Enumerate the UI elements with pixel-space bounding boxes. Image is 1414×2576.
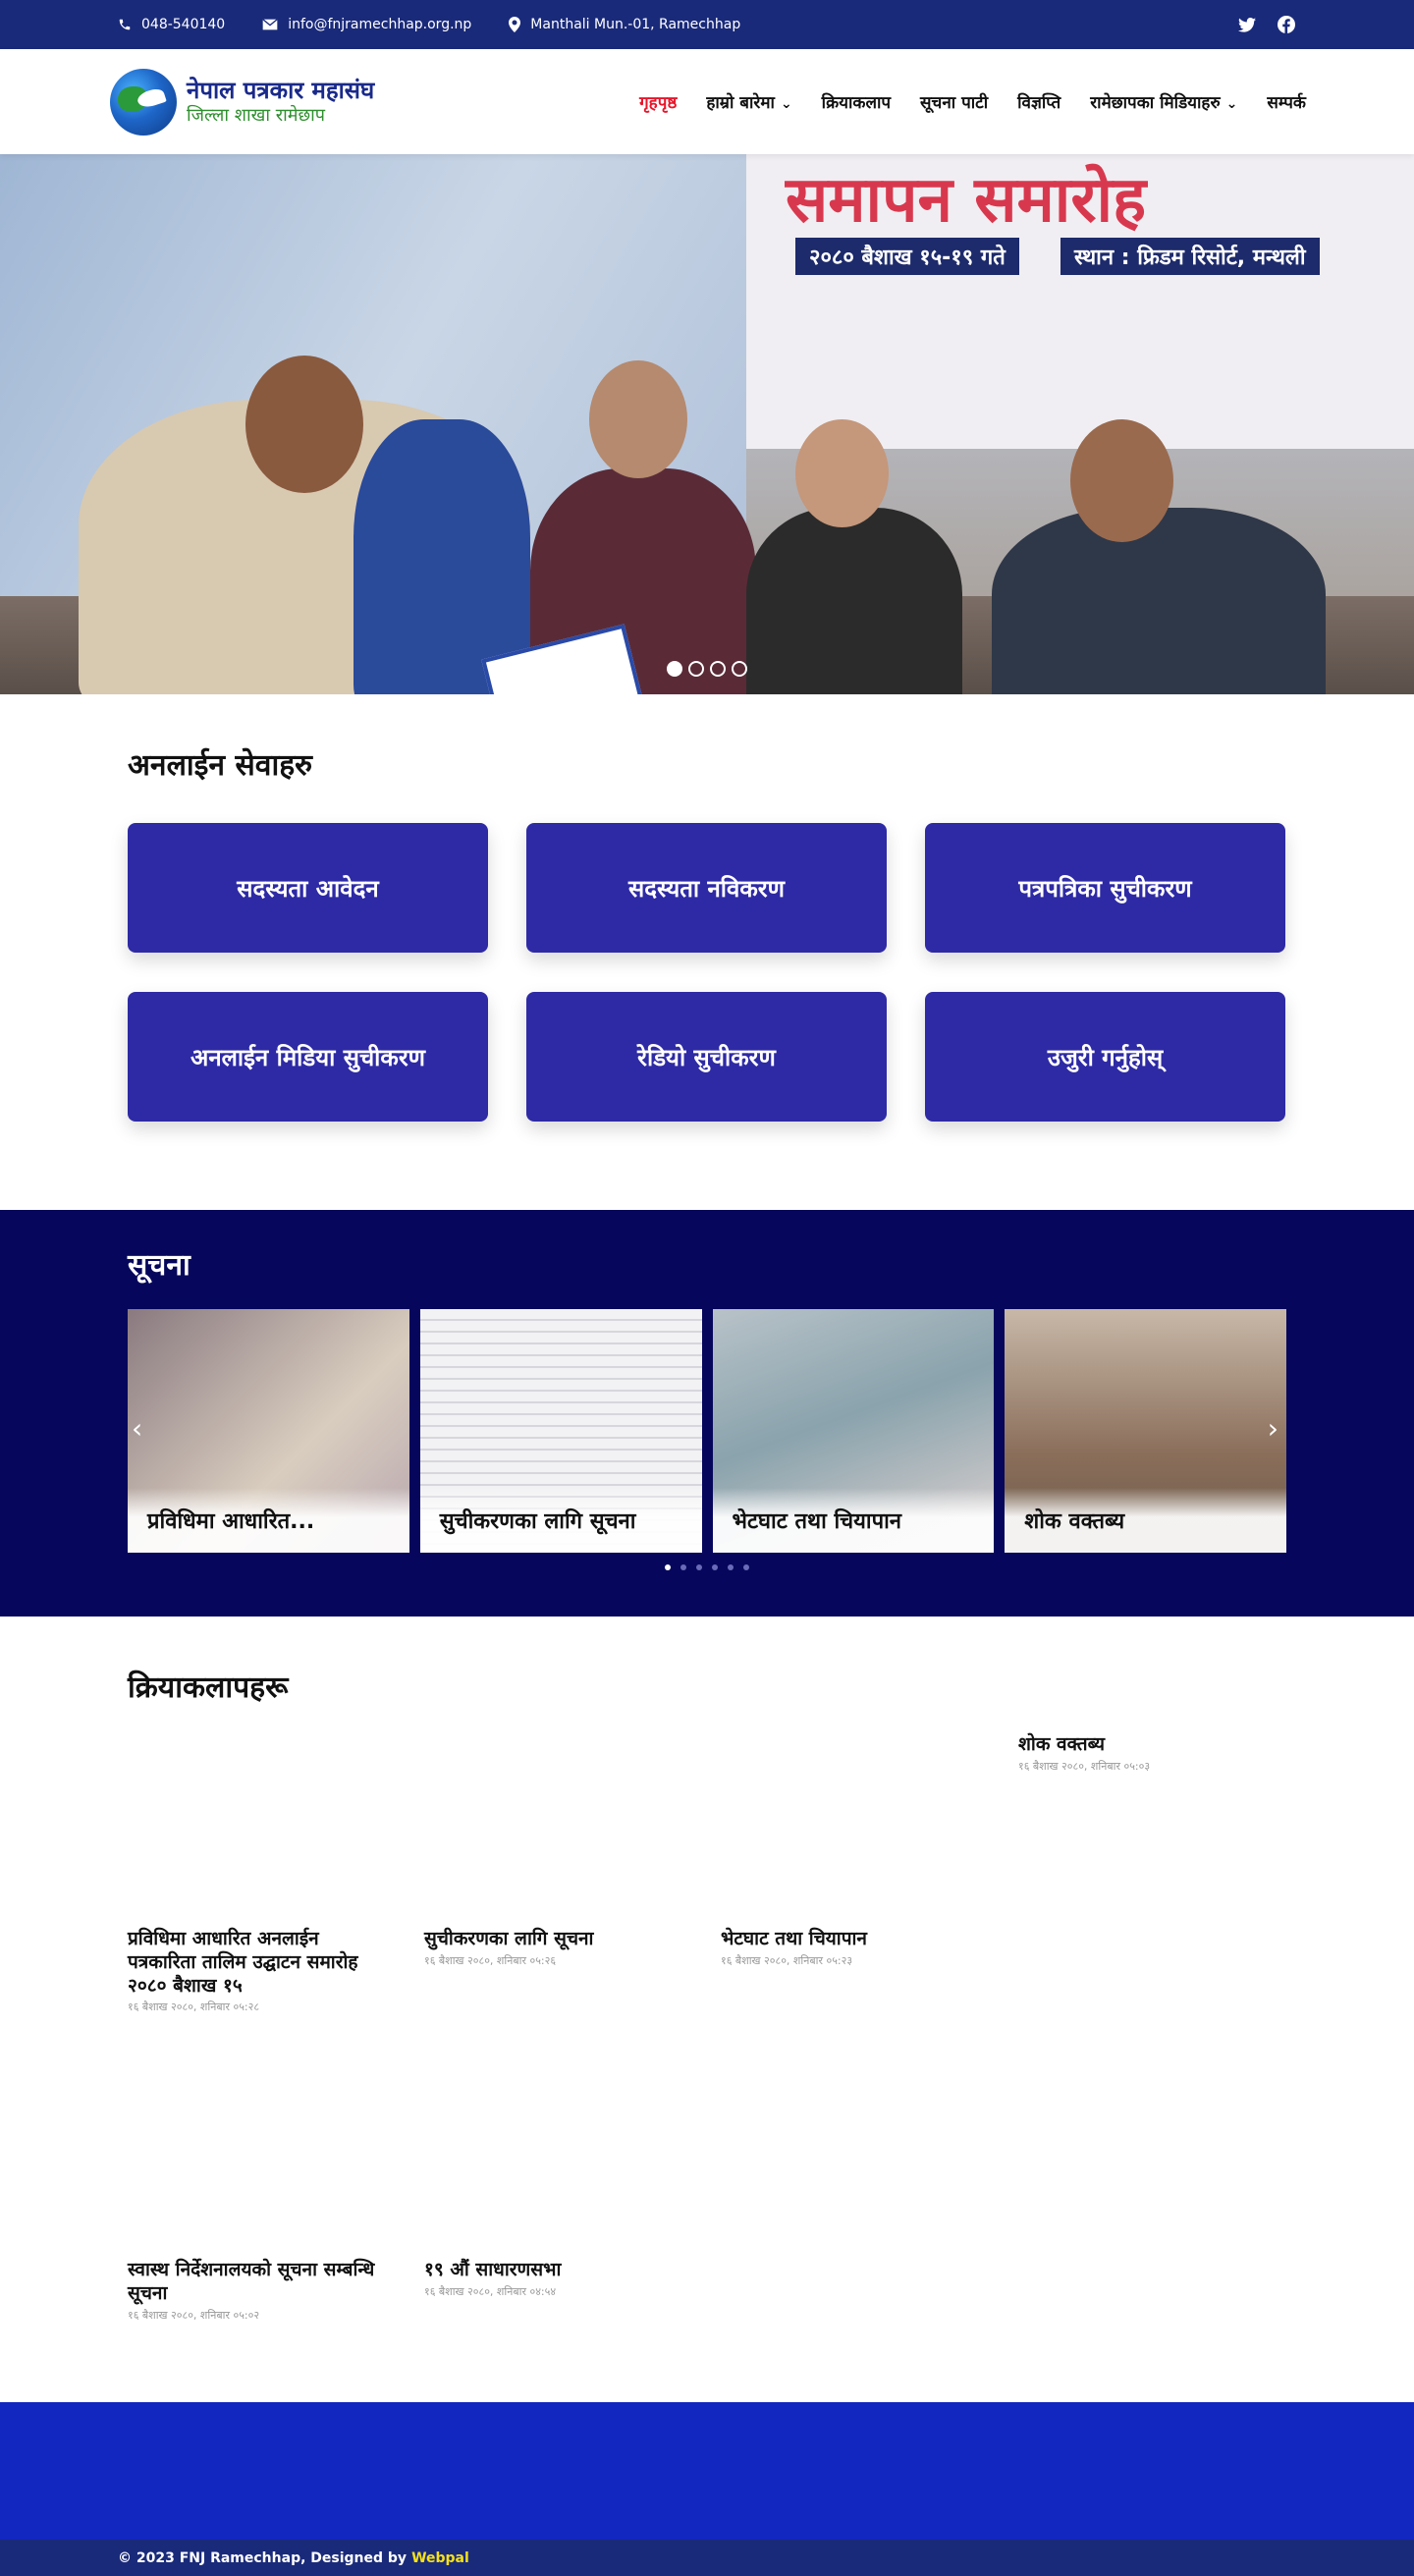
hero-person-head [795,419,889,527]
services-grid: सदस्यता आवेदन सदस्यता नविकरण पत्रपत्रिका… [128,823,1286,1122]
complaint-button[interactable]: उजुरी गर्नुहोस् [925,992,1285,1122]
notices-carousel: प्रविधिमा आधारित... सुचीकरणका लागि सूचना… [128,1309,1286,1553]
membership-renew-button[interactable]: सदस्यता नविकरण [526,823,887,953]
designer-link[interactable]: Webpal [411,2550,469,2566]
nav-press-release[interactable]: विज्ञप्ति [1017,90,1060,113]
slide-dot[interactable] [732,661,747,677]
banner-title: समापन समारोह [786,163,1147,237]
banner-venue: स्थान : फ्रिडम रिसोर्ट, मन्थली [1060,238,1320,275]
hero-person-head [245,356,363,493]
activity-title: स्वास्थ निर्देशनालयको सूचना सम्बन्धि सूच… [128,2259,375,2304]
nav-home[interactable]: गृहपृष्ठ [639,90,677,113]
site-header: नेपाल पत्रकार महासंघ जिल्ला शाखा रामेछाप… [0,49,1414,154]
notice-card-title: प्रविधिमा आधारित... [128,1488,409,1553]
membership-apply-button[interactable]: सदस्यता आवेदन [128,823,488,953]
envelope-icon [262,19,278,30]
hero-person-head [1070,419,1173,542]
activity-date: १६ बैशाख २०८०, शनिबार ०५:२८ [128,2001,260,2014]
activity-item[interactable]: सुचीकरणका लागि सूचना १६ बैशाख २०८०, शनिब… [424,1928,689,1968]
phone-text: 048-540140 [141,17,226,32]
page-dot[interactable] [743,1564,749,1570]
activity-date: १६ बैशाख २०८०, शनिबार ०५:०२ [128,2308,260,2322]
notice-card[interactable]: सुचीकरणका लागि सूचना [419,1309,702,1553]
facebook-icon[interactable] [1277,15,1296,34]
notice-card[interactable]: शोक वक्तब्य [1005,1309,1286,1553]
online-media-listing-button[interactable]: अनलाईन मिडिया सुचीकरण [128,992,488,1122]
hero-pagination [667,661,747,677]
slide-dot[interactable] [667,661,682,677]
activity-item[interactable]: भेटघाट तथा चियापान १६ बैशाख २०८०, शनिबार… [721,1928,986,1968]
activity-date: १६ बैशाख २०८०, शनिबार ०५:२६ [424,1953,557,1967]
banner-date: २०८० बैशाख १५-१९ गते [795,238,1019,275]
page-dot[interactable] [728,1564,734,1570]
notice-card[interactable]: प्रविधिमा आधारित... [128,1309,409,1553]
notice-card-title: शोक वक्तब्य [1005,1488,1286,1553]
activity-title: भेटघाट तथा चियापान [721,1928,867,1949]
address-contact: Manthali Mun.-01, Ramechhap [509,17,740,32]
email-text: info@fnjramechhap.org.np [288,17,472,32]
activity-title: शोक वक्तब्य [1018,1733,1106,1755]
hero-event-banner: समापन समारोह २०८० बैशाख १५-१९ गते स्थान … [746,154,1414,449]
chevron-right-icon[interactable]: › [1268,1412,1278,1445]
notices-section: सूचना प्रविधिमा आधारित... सुचीकरणका लागि… [0,1210,1414,1617]
copyright-text: © 2023 FNJ Ramechhap, Designed by [118,2549,408,2566]
map-pin-icon [509,17,521,32]
activity-item[interactable]: स्वास्थ निर्देशनालयको सूचना सम्बन्धि सूच… [128,2259,393,2323]
nav-notice-board[interactable]: सूचना पाटी [920,90,988,113]
hero-person-head [589,360,687,478]
address-text: Manthali Mun.-01, Ramechhap [530,17,741,32]
notice-card[interactable]: भेटघाट तथा चियापान [712,1309,995,1553]
copyright-bar: © 2023 FNJ Ramechhap, Designed by Webpal [0,2540,1414,2576]
newspaper-listing-button[interactable]: पत्रपत्रिका सुचीकरण [925,823,1285,953]
hero-person [746,508,962,694]
twitter-icon[interactable] [1237,15,1257,34]
nav-contact[interactable]: सम्पर्क [1267,90,1306,113]
activity-title: प्रविधिमा आधारित अनलाईन पत्रकारिता तालिम… [128,1928,358,1997]
notices-title: सूचना [128,1248,190,1283]
page-dot[interactable] [712,1564,718,1570]
logo-subtitle: जिल्ला शाखा रामेछाप [187,105,326,127]
online-services-section: अनलाईन सेवाहरु सदस्यता आवेदन सदस्यता नवि… [0,694,1414,1210]
social-links [1237,15,1296,34]
slide-dot[interactable] [688,661,704,677]
nav-activities[interactable]: क्रियाकलाप [822,90,891,113]
activity-item[interactable]: १९ औं साधारणसभा १६ बैशाख २०८०, शनिबार ०४… [424,2259,689,2299]
logo-title: नेपाल पत्रकार महासंघ [187,77,375,105]
slide-dot[interactable] [710,661,726,677]
activity-date: १६ बैशाख २०८०, शनिबार ०५:२३ [721,1953,853,1967]
activity-item[interactable]: शोक वक्तब्य १६ बैशाख २०८०, शनिबार ०५:०३ [1018,1733,1283,1774]
email-contact[interactable]: info@fnjramechhap.org.np [262,17,471,32]
activities-title: क्रियाकलापहरू [128,1671,289,1705]
notice-card-title: भेटघाट तथा चियापान [712,1488,995,1553]
phone-contact[interactable]: 048-540140 [118,17,225,32]
activity-date: १६ बैशाख २०८०, शनिबार ०४:५४ [424,2284,557,2298]
services-title: अनलाईन सेवाहरु [128,748,313,783]
logo-globe-icon [110,68,177,136]
notices-pagination [128,1564,1286,1570]
phone-icon [119,19,131,30]
page-dot[interactable] [680,1564,686,1570]
nav-medias[interactable]: रामेछापका मिडियाहरु [1090,90,1237,113]
activity-title: सुचीकरणका लागि सूचना [424,1928,594,1949]
activity-title: १९ औं साधारणसभा [424,2259,562,2280]
hero-slider[interactable]: समापन समारोह २०८० बैशाख १५-१९ गते स्थान … [0,154,1414,694]
hero-person [992,508,1326,694]
top-bar: 048-540140 info@fnjramechhap.org.np Mant… [0,0,1414,49]
notice-card-title: सुचीकरणका लागि सूचना [419,1488,702,1553]
activity-date: १६ बैशाख २०८०, शनिबार ०५:०३ [1018,1759,1151,1773]
page-dot[interactable] [665,1564,671,1570]
nav-about[interactable]: हाम्रो बारेमा [706,90,791,113]
site-logo[interactable]: नेपाल पत्रकार महासंघ जिल्ला शाखा रामेछाप [110,68,375,136]
radio-listing-button[interactable]: रेडियो सुचीकरण [526,992,887,1122]
chevron-left-icon[interactable]: ‹ [132,1412,142,1445]
main-nav: गृहपृष्ठ हाम्रो बारेमा क्रियाकलाप सूचना … [639,90,1306,113]
page-dot[interactable] [696,1564,702,1570]
footer-band [0,2402,1414,2540]
activity-item[interactable]: प्रविधिमा आधारित अनलाईन पत्रकारिता तालिम… [128,1928,393,2014]
activities-section: क्रियाकलापहरू शोक वक्तब्य १६ बैशाख २०८०,… [0,1617,1414,2402]
